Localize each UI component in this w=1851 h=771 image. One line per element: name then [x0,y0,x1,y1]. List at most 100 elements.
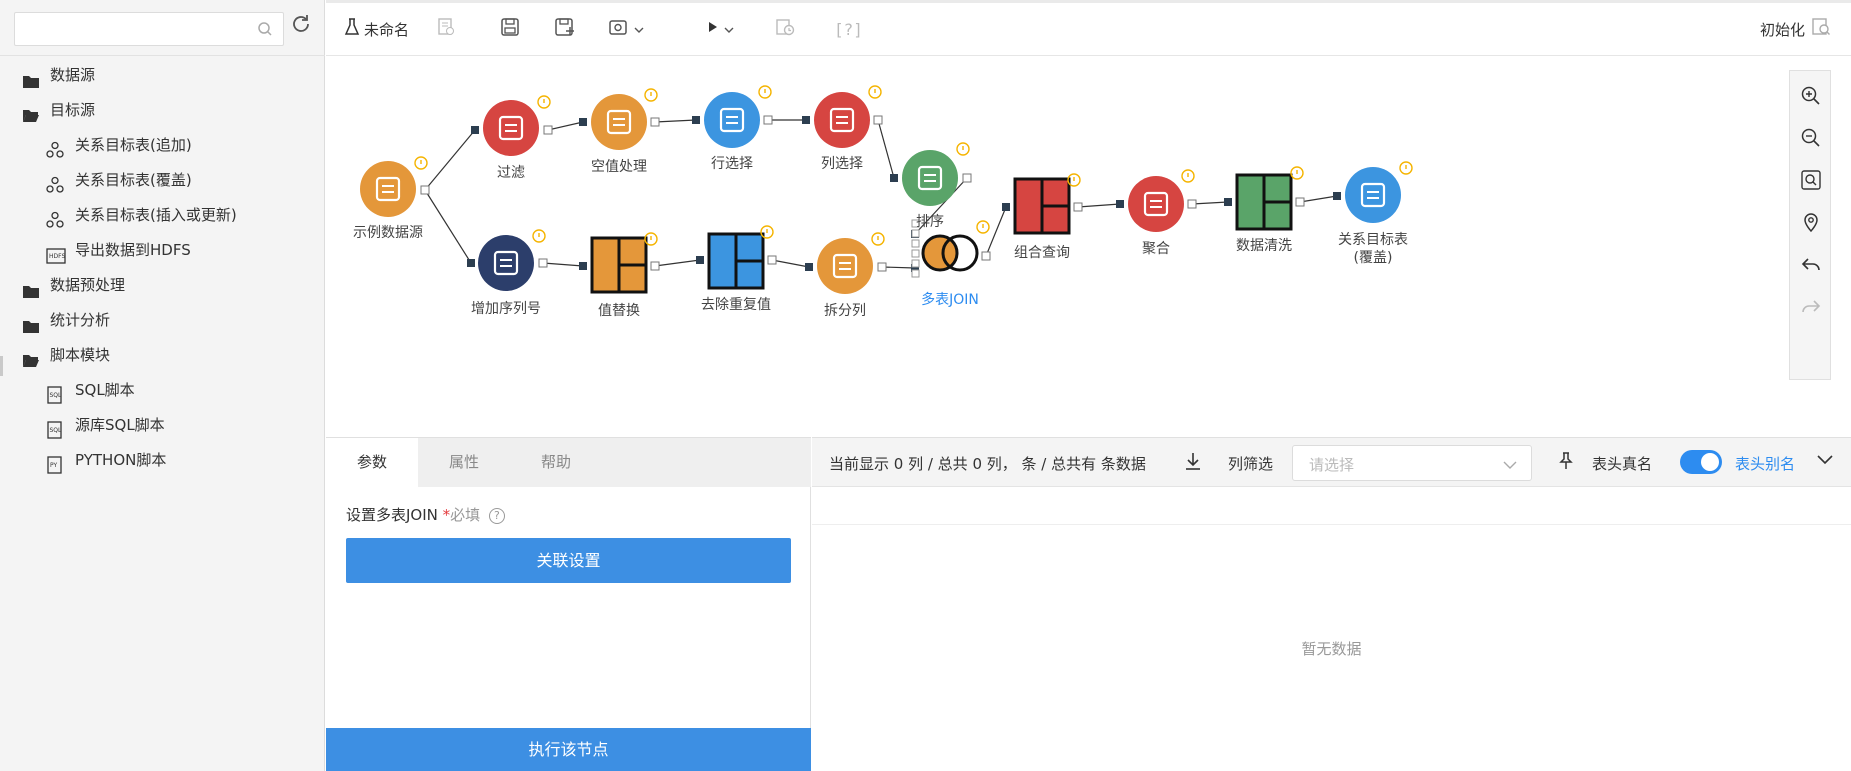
node-label: 去除重复值 [701,296,771,314]
join-port[interactable] [911,269,920,278]
join-port[interactable] [911,229,920,238]
in-port[interactable] [579,262,587,270]
in-port[interactable] [692,116,700,124]
pin-icon[interactable] [1557,451,1575,475]
join-port[interactable] [911,259,920,268]
tree-item[interactable]: SQL 源库SQL脚本 [0,408,325,443]
node-rowsel[interactable] [704,92,760,148]
flow-canvas[interactable]: 示例数据源 过滤 空值处理 行选择 列选择 排序 增加序列号 值替换 去除重复值 拆分列 多表JOI… [326,56,1851,436]
node-join[interactable] [921,234,979,272]
new-flow-button[interactable] [436,15,456,43]
filter-icon [483,100,539,156]
tree-item[interactable]: 关系目标表(插入或更新) [0,198,325,233]
column-filter-select[interactable]: 请选择 [1292,445,1532,481]
undo-icon[interactable] [1800,253,1822,275]
refresh-icon[interactable] [290,13,312,39]
in-port[interactable] [579,118,587,126]
node-split[interactable] [817,238,873,294]
save-as-button[interactable] [554,15,576,43]
node-seqno[interactable] [478,235,534,291]
in-port[interactable] [1002,203,1010,211]
schedule-button[interactable] [774,15,796,43]
question-icon[interactable]: ? [488,508,505,524]
initialize-button[interactable]: 初始化 [1760,15,1831,43]
out-port[interactable] [543,125,553,135]
save-button[interactable] [500,15,520,43]
out-port[interactable] [877,262,887,272]
execute-node-button[interactable]: 执行该节点 [326,728,811,771]
out-port[interactable] [981,251,991,261]
node-nullproc[interactable] [591,94,647,150]
node-clean[interactable] [1235,173,1293,231]
in-port[interactable] [805,263,813,271]
in-port[interactable] [1116,200,1124,208]
header-name-toggle[interactable] [1680,450,1722,474]
tree-item[interactable]: PY PYTHON脚本 [0,443,325,478]
help-button[interactable]: [?] [834,15,863,43]
tab-properties[interactable]: 属性 [418,438,510,487]
association-settings-button[interactable]: 关联设置 [346,538,791,583]
tree-item-label: 数据预处理 [50,276,126,294]
flow-graph [360,85,1413,294]
search-input[interactable] [14,12,284,46]
out-port[interactable] [650,261,660,271]
join-port[interactable] [911,249,920,258]
in-port[interactable] [1224,198,1232,206]
run-dropdown[interactable] [706,15,734,43]
tree-item[interactable]: HDFS 导出数据到HDFS [0,233,325,268]
out-port[interactable] [420,185,430,195]
out-port[interactable] [873,115,883,125]
out-port[interactable] [1187,199,1197,209]
in-port[interactable] [890,174,898,182]
result-toolbar: 当前显示 0 列 / 总共 0 列， 条 / 总共有 条数据 列筛选 请选择 表… [812,438,1851,487]
in-port[interactable] [467,259,475,267]
node-sort[interactable] [902,150,958,206]
node-colsel[interactable] [814,92,870,148]
chevron-down-icon[interactable] [1816,452,1834,470]
tree-item[interactable]: 数据预处理 [0,268,325,303]
zoom-out-icon[interactable] [1800,127,1822,149]
tree-item[interactable]: 关系目标表(追加) [0,128,325,163]
node-label-line: 空值处理 [591,159,647,175]
out-port[interactable] [763,115,773,125]
tree-item[interactable]: 数据源 [0,58,325,93]
in-port[interactable] [802,116,810,124]
out-port[interactable] [767,255,777,265]
locate-icon[interactable] [1800,211,1822,233]
tab-params[interactable]: 参数 [326,438,418,487]
tree-item[interactable]: 关系目标表(覆盖) [0,163,325,198]
out-port[interactable] [538,258,548,268]
search-icon[interactable] [257,21,273,41]
tab-help[interactable]: 帮助 [510,438,602,487]
out-port[interactable] [650,117,660,127]
node-agg[interactable] [1128,176,1184,232]
in-port[interactable] [1333,192,1341,200]
join-port[interactable] [911,239,920,248]
node-source[interactable] [360,161,416,217]
out-port[interactable] [962,173,972,183]
select-placeholder: 请选择 [1309,456,1355,474]
node-filter[interactable] [483,100,539,156]
in-port[interactable] [696,256,704,264]
flow-name-button[interactable]: 未命名 [344,15,409,43]
out-port[interactable] [1295,197,1305,207]
node-combo[interactable] [1013,177,1071,235]
zoom-in-icon[interactable] [1800,85,1822,107]
node-replace[interactable] [590,236,648,294]
node-dedup[interactable] [707,232,765,290]
redo-icon[interactable] [1800,295,1822,317]
tree-item[interactable]: SQL SQL脚本 [0,373,325,408]
drag-handle[interactable] [0,356,3,376]
settings-dropdown[interactable] [608,15,644,43]
tree-item-label: 关系目标表(插入或更新) [75,206,237,224]
tree-item[interactable]: 脚本模块 [0,338,325,373]
database-gear-icon [360,161,416,217]
download-icon[interactable] [1184,451,1202,475]
zoom-fit-icon[interactable] [1800,169,1822,191]
node-label: 示例数据源 [353,224,423,242]
in-port[interactable] [471,126,479,134]
tree-item[interactable]: 统计分析 [0,303,325,338]
node-target[interactable] [1345,167,1401,223]
tree-item[interactable]: 目标源 [0,93,325,128]
out-port[interactable] [1073,202,1083,212]
